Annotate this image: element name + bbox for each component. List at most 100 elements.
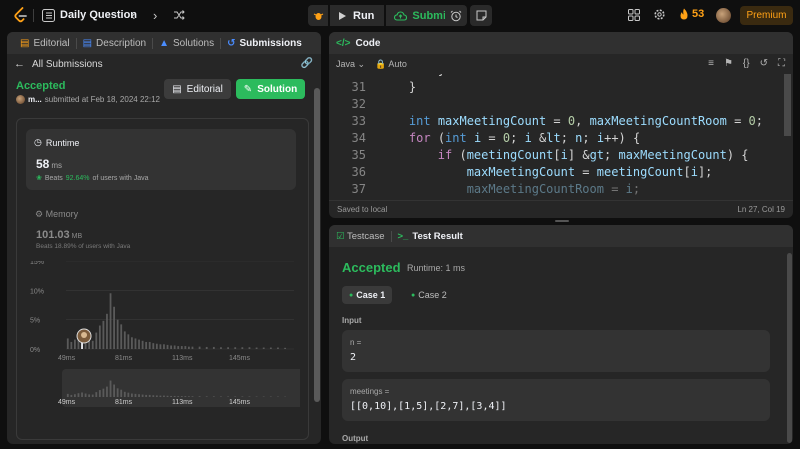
case-2-button[interactable]: ● Case 2 xyxy=(404,286,454,304)
braces-icon[interactable]: {} xyxy=(743,58,750,69)
memory-value: 101.03 MB xyxy=(36,229,82,241)
chart-overview-bar xyxy=(141,394,144,397)
line-number: 31 xyxy=(351,80,366,94)
terminal-icon: >_ xyxy=(397,230,409,242)
beats-suffix: of users with Java xyxy=(92,174,149,182)
chart-bar xyxy=(284,347,286,349)
beats-prefix: Beats xyxy=(44,174,63,182)
reset-icon[interactable]: ↺ xyxy=(760,58,768,69)
code-line[interactable]: 34 for (int i = 0; i &lt; n; i++) { xyxy=(329,131,789,148)
chart-overview-bar xyxy=(180,396,183,397)
next-problem-icon[interactable]: › xyxy=(153,9,157,22)
chart-overview-bar xyxy=(205,396,208,397)
expand-icon[interactable]: ⛶ xyxy=(778,58,785,69)
chart-bar xyxy=(227,347,229,349)
solution-button[interactable]: ✎ Solution xyxy=(236,79,305,99)
case-1-button[interactable]: ● Case 1 xyxy=(342,286,393,304)
editorial-button[interactable]: ▤ Editorial xyxy=(164,79,231,99)
apps-grid-icon[interactable] xyxy=(628,9,640,21)
chart-bar xyxy=(166,344,169,349)
user-avatar[interactable] xyxy=(16,95,25,104)
debug-button[interactable] xyxy=(308,5,328,26)
chart-x-tick-label: 113ms xyxy=(172,355,193,362)
run-button[interactable]: Run xyxy=(330,5,385,26)
panel-resize-handle[interactable] xyxy=(555,220,569,222)
chart-bar xyxy=(95,332,98,349)
timer-button[interactable] xyxy=(445,5,467,26)
bookmark-icon[interactable]: ⚑ xyxy=(724,58,733,69)
code-line[interactable]: 37 maxMeetingCountRoom = i; xyxy=(329,182,789,199)
code-line[interactable]: 36 maxMeetingCount = meetingCount[i]; xyxy=(329,165,789,182)
memory-label-text: Memory xyxy=(45,209,79,219)
code-line[interactable]: 33 int maxMeetingCount = 0, maxMeetingCo… xyxy=(329,114,789,131)
tab-editorial[interactable]: ▤ Editorial xyxy=(14,32,76,54)
code-line[interactable]: 35 if (meetingCount[i] &gt; maxMeetingCo… xyxy=(329,148,789,165)
left-scrollbar-thumb[interactable] xyxy=(314,88,320,402)
tab-submissions[interactable]: ↺ Submissions xyxy=(221,32,308,54)
problem-list-icon[interactable] xyxy=(42,9,55,22)
memory-label[interactable]: ⚙ Memory xyxy=(35,209,78,220)
chart-bar xyxy=(234,347,237,349)
tab-editorial-label: Editorial xyxy=(33,37,70,49)
input-n-box[interactable]: n = 2 xyxy=(342,330,770,372)
beats-percent: 92.64% xyxy=(65,174,90,182)
chart-bar xyxy=(170,345,172,349)
back-arrow-icon[interactable]: ← xyxy=(14,58,25,70)
chart-bar xyxy=(70,341,73,349)
input-n-value: 2 xyxy=(350,352,357,363)
shuffle-icon[interactable] xyxy=(173,9,185,21)
test-tabs: ☑ Testcase >_ Test Result xyxy=(329,225,793,247)
all-submissions-link[interactable]: All Submissions xyxy=(32,59,103,70)
input-meetings-box[interactable]: meetings = [[0,10],[1,5],[2,7],[3,4]] xyxy=(342,379,770,421)
chart-bar xyxy=(212,346,215,349)
chart-overview-bar xyxy=(155,395,158,397)
chart-y-tick-label: 15% xyxy=(30,261,44,266)
tab-solutions[interactable]: ▲ Solutions xyxy=(153,32,220,54)
tab-description[interactable]: ▤ Description xyxy=(77,32,152,54)
leetcode-logo-icon[interactable] xyxy=(13,7,29,24)
format-icon[interactable]: ≡ xyxy=(708,58,714,69)
chart-overview-bar xyxy=(98,390,101,397)
runtime-distribution-chart[interactable]: 15% 10% 5% 0% 49ms 81ms 113ms 145ms 49ms 81ms 113m… xyxy=(30,261,300,411)
problem-list-title[interactable]: Daily Question xyxy=(60,9,137,21)
chart-overview-bar xyxy=(170,395,172,397)
result-status: Accepted xyxy=(342,260,401,275)
code-editor[interactable]: 30 }31 }3233 int maxMeetingCount = 0, ma… xyxy=(329,74,793,200)
chart-overview-bar xyxy=(138,394,140,397)
runtime-card[interactable]: ◷ Runtime 58 ms ❀ Beats 92.64% of users w… xyxy=(26,129,296,190)
editorial-button-label: Editorial xyxy=(186,83,223,95)
input-label: Input xyxy=(342,316,362,325)
leaf-icon: ❀ xyxy=(36,175,42,182)
chip-icon: ⚙ xyxy=(35,209,44,219)
streak-counter[interactable]: 53 xyxy=(679,8,704,20)
distribution-svg[interactable]: 15% 10% 5% 0% 49ms 81ms 113ms 145ms 49ms 81ms 113m… xyxy=(30,261,300,411)
chart-overview-tick-label: 113ms xyxy=(172,399,193,406)
code-text: int maxMeetingCount = 0, maxMeetingCount… xyxy=(408,114,764,128)
stats-box: ◷ Runtime 58 ms ❀ Beats 92.64% of users w… xyxy=(16,118,309,440)
chart-bar xyxy=(188,346,190,349)
auto-mode[interactable]: 🔒 Auto xyxy=(375,59,407,70)
prev-problem-icon[interactable]: ‹ xyxy=(131,9,135,22)
notes-button[interactable] xyxy=(470,5,492,26)
username[interactable]: m... xyxy=(28,95,42,104)
submission-status: Accepted xyxy=(16,80,66,92)
tab-testcase[interactable]: ☑ Testcase xyxy=(336,231,385,242)
gear-icon[interactable] xyxy=(653,8,666,21)
premium-button[interactable]: Premium xyxy=(740,6,793,25)
chart-bar xyxy=(277,347,279,349)
submissions-panel: ▤ Editorial ▤ Description ▲ Solutions ↺ … xyxy=(7,32,321,444)
code-line[interactable]: 31 } xyxy=(329,80,789,97)
chart-bar xyxy=(74,339,76,349)
avatar[interactable] xyxy=(716,8,731,23)
chart-overview-bar xyxy=(74,394,76,397)
result-scrollbar[interactable] xyxy=(787,253,792,443)
left-scrollbar[interactable] xyxy=(314,88,320,444)
link-icon[interactable]: 🔗 xyxy=(301,58,313,69)
code-line[interactable]: 32 xyxy=(329,97,789,114)
chart-overview-bar xyxy=(234,396,237,397)
tab-test-result[interactable]: >_ Test Result xyxy=(398,231,463,242)
language-select[interactable]: Java ⌄ xyxy=(336,59,365,70)
chart-bar xyxy=(191,346,194,349)
chart-overview-bar xyxy=(134,393,137,397)
code-status-bar: Saved to local Ln 27, Col 19 xyxy=(329,200,793,218)
